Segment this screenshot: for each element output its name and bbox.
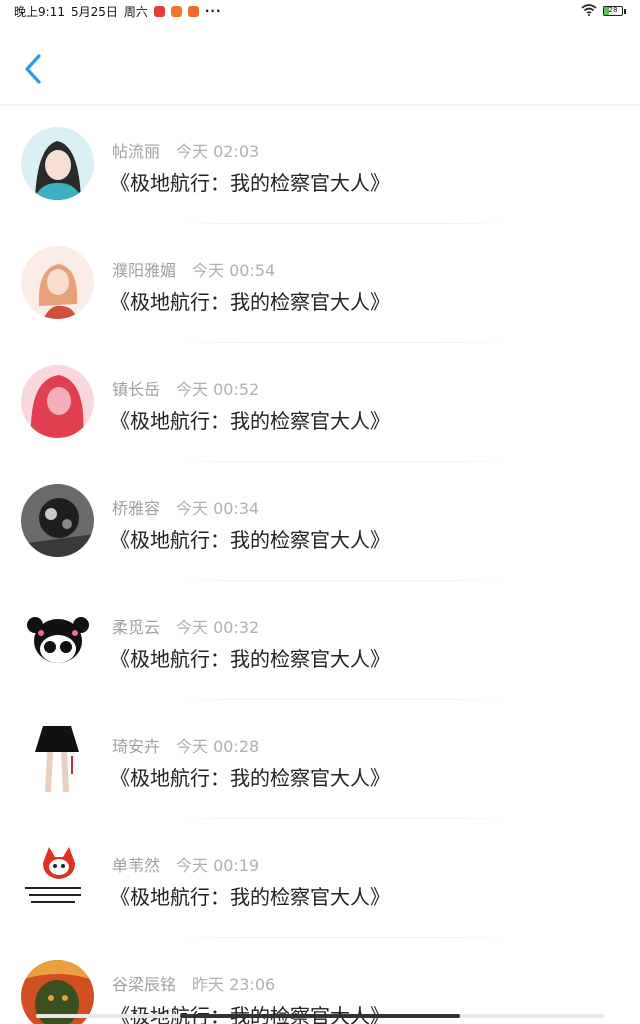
book-title[interactable]: 《极地航行：我的检察官大人》 xyxy=(110,643,390,672)
avatar[interactable] xyxy=(21,127,94,200)
screen: 晚上9:11 5月25日 周六 ··· 28 帖流丽 今天 02:03 《极地航… xyxy=(0,0,640,1024)
timestamp: 今天 00:52 xyxy=(176,380,260,399)
timestamp: 今天 00:28 xyxy=(176,737,260,756)
user-name[interactable]: 镇长岳 xyxy=(112,376,160,400)
book-title[interactable]: 《极地航行：我的检察官大人》 xyxy=(110,762,390,791)
battery-level: 28 xyxy=(608,6,618,14)
avatar[interactable] xyxy=(21,603,94,676)
list-item[interactable]: 单苇然 今天 00:19 《极地航行：我的检察官大人》 xyxy=(0,819,640,938)
timestamp: 今天 00:32 xyxy=(176,618,260,637)
timestamp: 昨天 23:06 xyxy=(192,975,276,994)
list-item[interactable]: 濮阳雅媚 今天 00:54 《极地航行：我的检察官大人》 xyxy=(0,224,640,343)
list-item[interactable]: 帖流丽 今天 02:03 《极地航行：我的检察官大人》 xyxy=(0,105,640,224)
timestamp: 今天 00:19 xyxy=(176,856,260,875)
list-item[interactable]: 柔觅云 今天 00:32 《极地航行：我的检察官大人》 xyxy=(0,581,640,700)
item-meta: 单苇然 今天 00:19 xyxy=(112,852,259,876)
status-right: 28 xyxy=(581,3,626,19)
book-title[interactable]: 《极地航行：我的检察官大人》 xyxy=(110,167,390,196)
user-name[interactable]: 柔觅云 xyxy=(112,614,160,638)
item-meta: 镇长岳 今天 00:52 xyxy=(112,376,259,400)
avatar[interactable] xyxy=(21,246,94,319)
list-item[interactable]: 桥雅容 今天 00:34 《极地航行：我的检察官大人》 xyxy=(0,462,640,581)
item-meta: 帖流丽 今天 02:03 xyxy=(112,138,259,162)
item-meta: 谷梁辰铭 昨天 23:06 xyxy=(112,971,275,995)
user-name[interactable]: 濮阳雅媚 xyxy=(112,257,176,281)
item-meta: 濮阳雅媚 今天 00:54 xyxy=(112,257,275,281)
status-date: 5月25日 xyxy=(70,4,118,19)
status-left: 晚上9:11 5月25日 周六 ··· xyxy=(14,3,222,20)
user-name[interactable]: 桥雅容 xyxy=(112,495,160,519)
user-name[interactable]: 帖流丽 xyxy=(112,138,160,162)
more-notifications-icon: ··· xyxy=(204,4,222,18)
mi-app-icon xyxy=(187,5,199,17)
header xyxy=(0,22,640,105)
user-name[interactable]: 单苇然 xyxy=(112,852,160,876)
comment-list: 帖流丽 今天 02:03 《极地航行：我的检察官大人》 濮阳雅媚 今天 00:5… xyxy=(0,105,640,1024)
item-meta: 柔觅云 今天 00:32 xyxy=(112,614,259,638)
avatar[interactable] xyxy=(21,722,94,795)
status-time: 晚上9:11 xyxy=(14,4,65,19)
chevron-left-icon xyxy=(25,54,41,84)
list-item[interactable]: 琦安卉 今天 00:28 《极地航行：我的检察官大人》 xyxy=(0,700,640,819)
book-title[interactable]: 《极地航行：我的检察官大人》 xyxy=(110,286,390,315)
book-title[interactable]: 《极地航行：我的检察官大人》 xyxy=(110,881,390,910)
avatar[interactable] xyxy=(21,365,94,438)
book-title[interactable]: 《极地航行：我的检察官大人》 xyxy=(110,524,390,553)
battery-icon: 28 xyxy=(603,6,626,16)
item-meta: 琦安卉 今天 00:28 xyxy=(112,733,259,757)
user-name[interactable]: 谷梁辰铭 xyxy=(112,971,176,995)
user-name[interactable]: 琦安卉 xyxy=(112,733,160,757)
book-title[interactable]: 《极地航行：我的检察官大人》 xyxy=(110,405,390,434)
list-item[interactable]: 谷梁辰铭 昨天 23:06 《极地航行：我的检察官大人》 xyxy=(0,938,640,1024)
back-button[interactable] xyxy=(18,48,48,88)
app-notification-icon xyxy=(170,5,182,17)
item-meta: 桥雅容 今天 00:34 xyxy=(112,495,259,519)
avatar[interactable] xyxy=(21,484,94,557)
timestamp: 今天 00:54 xyxy=(192,261,276,280)
wifi-icon xyxy=(581,3,597,19)
list-item[interactable]: 镇长岳 今天 00:52 《极地航行：我的检察官大人》 xyxy=(0,343,640,462)
status-bar: 晚上9:11 5月25日 周六 ··· 28 xyxy=(0,0,640,22)
book-title[interactable]: 《极地航行：我的检察官大人》 xyxy=(110,1000,390,1024)
status-weekday: 周六 xyxy=(123,4,148,19)
home-gesture-bar[interactable] xyxy=(180,1014,460,1018)
avatar[interactable] xyxy=(21,841,94,914)
timestamp: 今天 02:03 xyxy=(176,142,260,161)
app-notification-icon xyxy=(153,5,165,17)
timestamp: 今天 00:34 xyxy=(176,499,260,518)
